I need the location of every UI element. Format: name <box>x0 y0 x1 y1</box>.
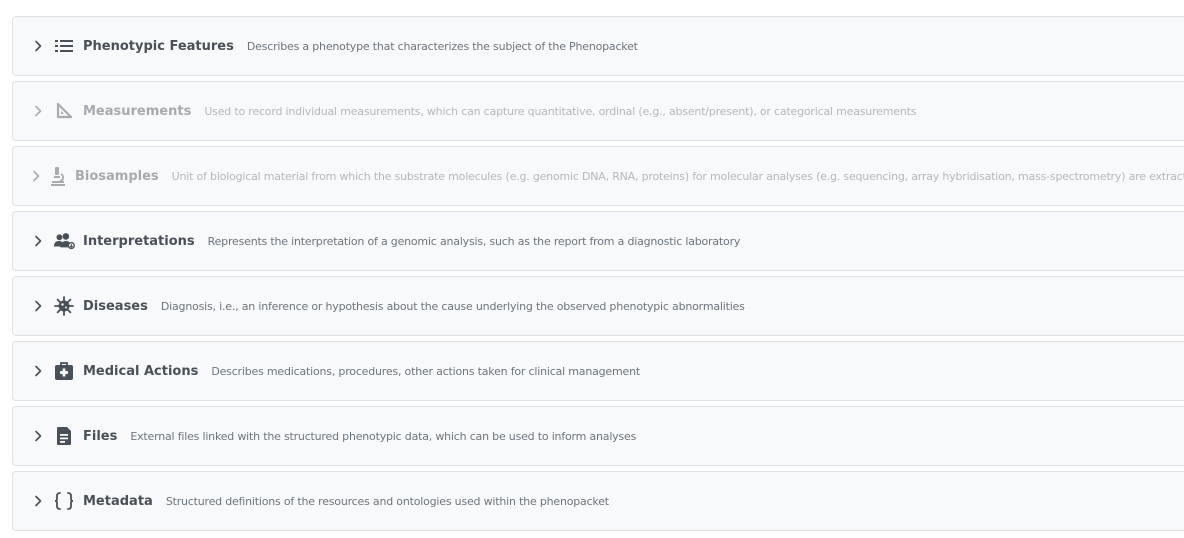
section-diseases[interactable]: Diseases Diagnosis, i.e., an inference o… <box>12 276 1184 336</box>
ruler-triangle-icon <box>53 100 75 122</box>
accordion-list: Phenotypic Features Describes a phenotyp… <box>12 16 1184 536</box>
section-title: Biosamples <box>75 168 159 184</box>
section-title: Diseases <box>83 298 148 314</box>
braces-icon <box>53 490 75 512</box>
chevron-right-icon <box>31 169 41 183</box>
microscope-icon <box>49 165 67 187</box>
chevron-right-icon[interactable] <box>31 364 45 378</box>
section-description: Describes medications, procedures, other… <box>211 364 640 378</box>
section-title: Interpretations <box>83 233 195 249</box>
chevron-right-icon[interactable] <box>31 299 45 313</box>
section-title: Medical Actions <box>83 363 199 379</box>
section-measurements: Measurements Used to record individual m… <box>12 81 1184 141</box>
chevron-right-icon[interactable] <box>31 39 45 53</box>
section-title: Measurements <box>83 103 192 119</box>
section-metadata[interactable]: Metadata Structured definitions of the r… <box>12 471 1184 531</box>
section-description: Diagnosis, i.e., an inference or hypothe… <box>160 299 745 313</box>
section-description: External files linked with the structure… <box>130 429 637 443</box>
chevron-right-icon[interactable] <box>31 494 45 508</box>
section-description: Represents the interpretation of a genom… <box>207 234 741 248</box>
user-group-icon <box>53 230 75 252</box>
chevron-right-icon[interactable] <box>31 234 45 248</box>
section-description: Structured definitions of the resources … <box>165 494 609 508</box>
section-title: Phenotypic Features <box>83 38 234 54</box>
section-phenotypic-features[interactable]: Phenotypic Features Describes a phenotyp… <box>12 16 1184 76</box>
section-description: Describes a phenotype that characterizes… <box>246 39 638 53</box>
section-title: Metadata <box>83 493 153 509</box>
medical-kit-icon <box>53 360 75 382</box>
virus-icon <box>53 295 75 317</box>
section-description: Used to record individual measurements, … <box>204 104 917 118</box>
section-medical-actions[interactable]: Medical Actions Describes medications, p… <box>12 341 1184 401</box>
section-files[interactable]: Files External files linked with the str… <box>12 406 1184 466</box>
section-biosamples: Biosamples Unit of biological material f… <box>12 146 1184 206</box>
list-icon <box>53 35 75 57</box>
section-title: Files <box>83 428 118 444</box>
section-description: Unit of biological material from which t… <box>171 169 1184 183</box>
section-interpretations[interactable]: Interpretations Represents the interpret… <box>12 211 1184 271</box>
file-icon <box>53 425 75 447</box>
chevron-right-icon[interactable] <box>31 429 45 443</box>
chevron-right-icon <box>31 104 45 118</box>
